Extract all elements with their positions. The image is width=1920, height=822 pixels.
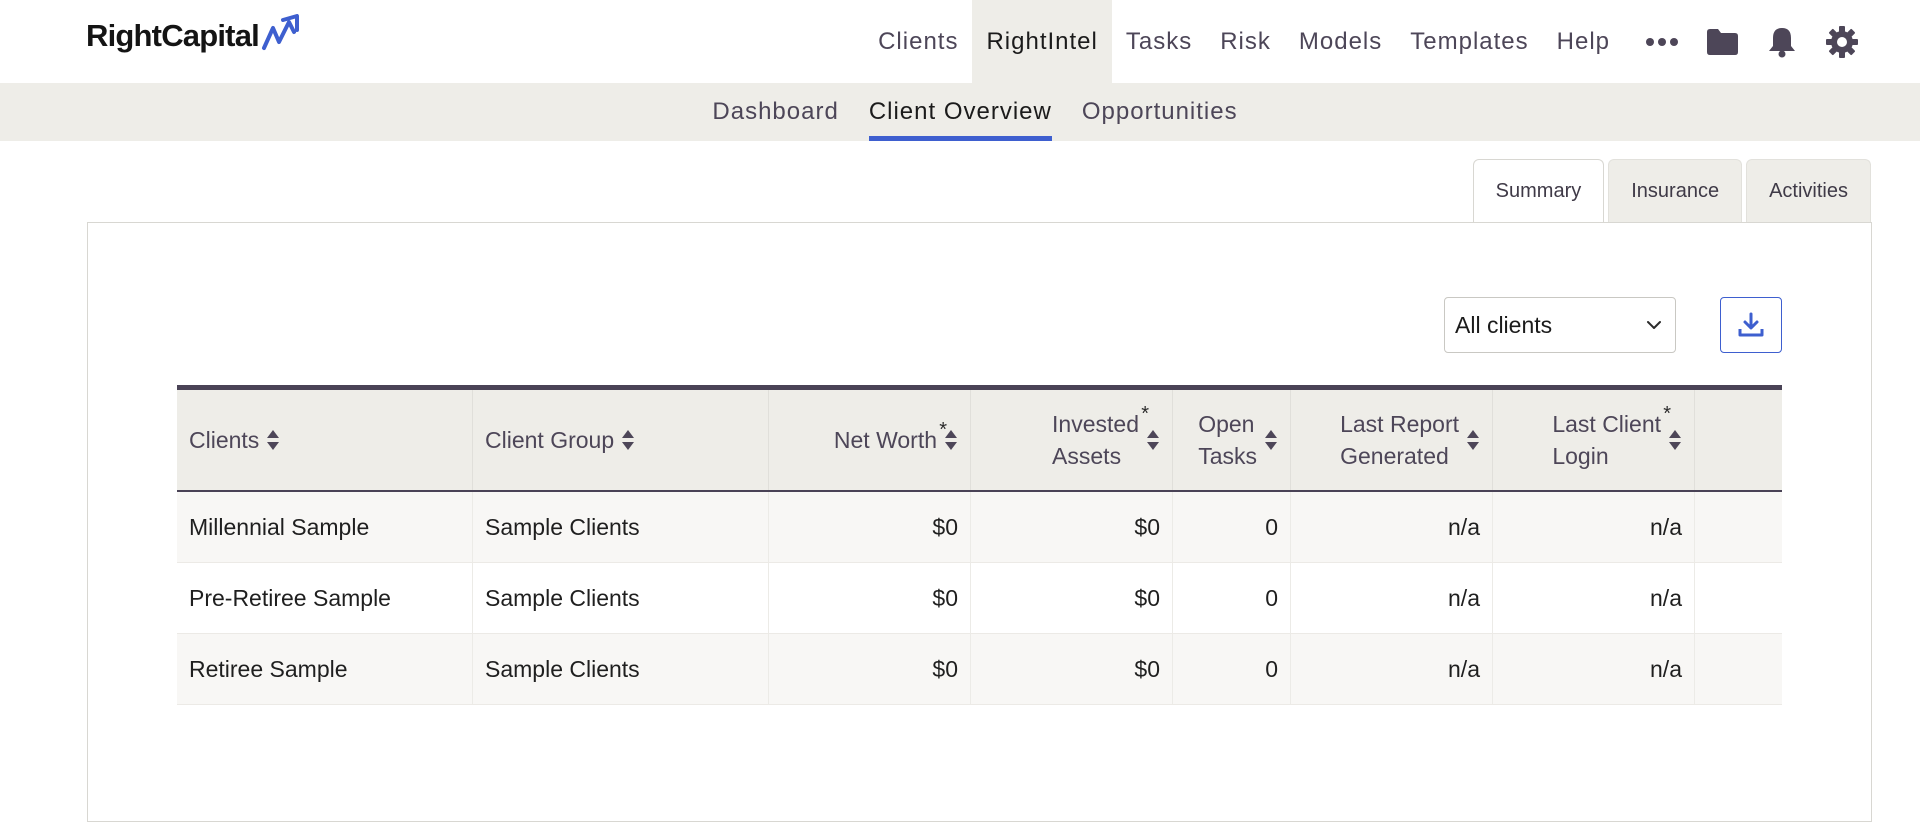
tab-activities[interactable]: Activities <box>1746 159 1871 222</box>
cell-last-report: n/a <box>1291 634 1493 704</box>
cell-client-group: Sample Clients <box>473 634 769 704</box>
cell-invested-assets: $0 <box>971 492 1173 562</box>
sort-icon[interactable] <box>1146 429 1160 451</box>
col-header-actions <box>1695 390 1782 490</box>
table-row[interactable]: Millennial Sample Sample Clients $0 $0 0… <box>177 492 1782 563</box>
nav-icon-group <box>1632 0 1872 83</box>
cell-open-tasks: 0 <box>1173 492 1291 562</box>
asterisk-icon: * <box>1141 403 1149 425</box>
cell-client-group: Sample Clients <box>473 563 769 633</box>
subnav-opportunities[interactable]: Opportunities <box>1067 83 1253 141</box>
cell-open-tasks: 0 <box>1173 563 1291 633</box>
col-header-net-worth[interactable]: Net Worth * <box>769 390 971 490</box>
download-button[interactable] <box>1720 297 1782 353</box>
cell-last-login: n/a <box>1493 492 1695 562</box>
col-header-last-client-login[interactable]: Last Client * Login <box>1493 390 1695 490</box>
cell-client-name[interactable]: Millennial Sample <box>177 492 473 562</box>
cell-client-name[interactable]: Pre-Retiree Sample <box>177 563 473 633</box>
main-nav: Clients RightIntel Tasks Risk Models Tem… <box>864 0 1920 83</box>
more-icon[interactable] <box>1632 0 1692 83</box>
cell-client-group: Sample Clients <box>473 492 769 562</box>
col-header-last-report-generated[interactable]: Last Report Generated <box>1291 390 1493 490</box>
asterisk-icon: * <box>939 419 947 441</box>
col-header-client-group[interactable]: Client Group <box>473 390 769 490</box>
logo-text: RightCapital <box>86 18 260 53</box>
cell-open-tasks: 0 <box>1173 634 1291 704</box>
sort-icon[interactable] <box>1264 429 1278 451</box>
cell-client-name[interactable]: Retiree Sample <box>177 634 473 704</box>
table-row[interactable]: Retiree Sample Sample Clients $0 $0 0 n/… <box>177 634 1782 705</box>
nav-rightintel[interactable]: RightIntel <box>972 0 1112 83</box>
nav-clients[interactable]: Clients <box>864 0 972 83</box>
cell-actions <box>1695 563 1782 633</box>
cell-last-login: n/a <box>1493 634 1695 704</box>
table-row[interactable]: Pre-Retiree Sample Sample Clients $0 $0 … <box>177 563 1782 634</box>
col-header-clients[interactable]: Clients <box>177 390 473 490</box>
cell-last-report: n/a <box>1291 492 1493 562</box>
subnav-client-overview[interactable]: Client Overview <box>854 83 1067 141</box>
nav-risk[interactable]: Risk <box>1206 0 1285 83</box>
col-header-invested-assets[interactable]: Invested * Assets <box>971 390 1173 490</box>
client-filter-value: All clients <box>1455 311 1553 338</box>
nav-help[interactable]: Help <box>1543 0 1624 83</box>
download-icon <box>1738 312 1764 337</box>
rightcapital-logo[interactable]: RightCapital <box>86 14 301 56</box>
sort-icon[interactable] <box>266 429 280 451</box>
col-header-open-tasks[interactable]: Open Tasks <box>1173 390 1291 490</box>
cell-actions <box>1695 492 1782 562</box>
cell-actions <box>1695 634 1782 704</box>
tab-summary[interactable]: Summary <box>1472 159 1605 223</box>
nav-models[interactable]: Models <box>1285 0 1396 83</box>
table-header: Clients Client Group Net Worth * Invested… <box>177 385 1782 492</box>
cell-net-worth: $0 <box>769 634 971 704</box>
gear-icon[interactable] <box>1812 0 1872 83</box>
nav-tasks[interactable]: Tasks <box>1112 0 1206 83</box>
chevron-down-icon <box>1647 321 1661 329</box>
sort-icon[interactable] <box>621 429 635 451</box>
cell-invested-assets: $0 <box>971 563 1173 633</box>
sub-navbar: Dashboard Client Overview Opportunities <box>0 83 1920 141</box>
nav-templates[interactable]: Templates <box>1396 0 1542 83</box>
cell-last-report: n/a <box>1291 563 1493 633</box>
cell-last-login: n/a <box>1493 563 1695 633</box>
top-navbar: RightCapital Clients RightIntel Tasks Ri… <box>0 0 1920 83</box>
asterisk-icon: * <box>1663 403 1671 425</box>
subnav-dashboard[interactable]: Dashboard <box>697 83 853 141</box>
logo-arrow-icon <box>261 14 299 50</box>
bell-icon[interactable] <box>1752 0 1812 83</box>
folder-icon[interactable] <box>1692 0 1752 83</box>
client-filter-select[interactable]: All clients <box>1444 297 1676 353</box>
sort-icon[interactable] <box>1668 429 1682 451</box>
cell-net-worth: $0 <box>769 563 971 633</box>
content-tabs: Summary Insurance Activities <box>1472 159 1871 223</box>
sort-icon[interactable] <box>1466 429 1480 451</box>
client-overview-table: Clients Client Group Net Worth * Invested… <box>177 385 1782 705</box>
cell-invested-assets: $0 <box>971 634 1173 704</box>
cell-net-worth: $0 <box>769 492 971 562</box>
tab-insurance[interactable]: Insurance <box>1608 159 1743 222</box>
